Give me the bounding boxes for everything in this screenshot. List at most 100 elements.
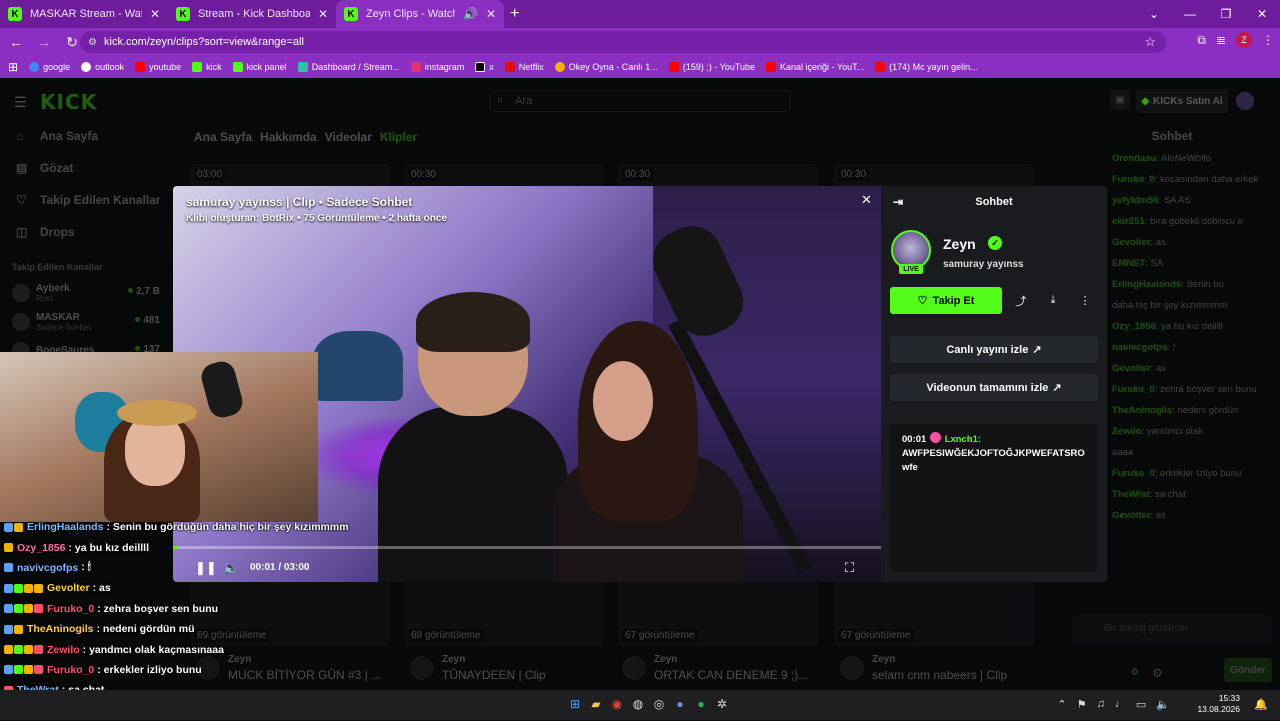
chat-username[interactable]: navivcgofps [1112,342,1167,353]
chat-username[interactable]: TheAninogils [1112,405,1172,416]
chat-username[interactable]: Gevolter [1112,510,1151,521]
more-options-icon[interactable]: ⋮ [1071,287,1099,314]
bookmark-item[interactable]: (174) Mc yayın gelin... [875,62,978,72]
bookmark-item[interactable]: (159) ;) - YouTube [668,62,755,72]
chat-username[interactable]: Gevolter [1112,237,1151,248]
clip-meta[interactable]: Zeyn selam cnm nabeers | Clip [840,654,1040,690]
browser-tab-active[interactable]: K Zeyn Clips - Watch Live on 🔊 ✕ [336,0,504,28]
watch-live-button[interactable]: Canlı yayını izle ↗ [890,336,1098,363]
steam-icon[interactable]: ◍ [631,696,645,712]
volume-icon[interactable]: 🔈 [1156,698,1170,711]
chat-username[interactable]: Furuko_0 [1112,384,1155,395]
close-tab-icon[interactable]: ✕ [150,7,160,21]
site-info-icon[interactable]: ⚙ [88,37,97,48]
microphone-icon[interactable]: ♩ [1115,698,1126,711]
settings-icon[interactable]: ✲ [715,696,729,712]
minimize-icon[interactable]: — [1172,0,1208,28]
close-tab-icon[interactable]: ✕ [486,7,496,21]
apps-icon[interactable]: ⊞ [8,60,18,74]
restore-icon[interactable]: ❐ [1208,0,1244,28]
clip-meta[interactable]: Zeyn ORTAK CAN DENEME 9 ;)... [622,654,822,690]
forward-icon[interactable]: → [32,30,56,54]
chat-username[interactable]: Orendasu [1112,153,1156,164]
chat-username[interactable]: TheWrat [1112,489,1150,500]
windows-start-icon[interactable]: ⊞ [568,696,582,712]
nav-browse[interactable]: ▤ Gözat [0,152,180,184]
audio-icon[interactable]: 🔊 [463,7,478,21]
obs-icon[interactable]: ◎ [652,696,666,712]
settings-icon[interactable]: ⚙ [1152,666,1163,680]
tab-home[interactable]: Ana Sayfa [194,130,252,144]
nav-drops[interactable]: ◫ Drops [0,216,180,248]
headset-icon[interactable]: ♫ [1097,698,1105,711]
bookmark-item[interactable]: kick panel [232,62,287,72]
url-input[interactable]: ⚙ kick.com/zeyn/clips?sort=view&range=al… [80,31,1166,53]
download-icon[interactable]: ⤓ [1039,287,1067,314]
media-icon[interactable]: ≣ [1216,33,1226,47]
followed-channel[interactable]: MASKAR Sadece Sohbet 481 [0,307,180,336]
extensions-icon[interactable]: ⧉ [1197,33,1206,48]
browser-tab[interactable]: K MASKAR Stream - Watch Live o ✕ [0,0,168,28]
bookmark-item[interactable]: Netflix [504,62,544,72]
chat-message-input[interactable]: Bir mesaj gönderin [1072,614,1272,644]
chat-username[interactable]: Gevolter [1112,363,1151,374]
chat-username[interactable]: Zewilo [1112,426,1142,437]
nav-following[interactable]: ♡ Takip Edilen Kanallar [0,184,180,216]
send-button[interactable]: Gönder [1224,658,1272,682]
clip-icon[interactable]: ▣ [1110,90,1130,110]
chrome-icon[interactable]: ◉ [610,696,624,712]
tray-chevron-icon[interactable]: ⌃ [1058,698,1067,711]
chat-username[interactable]: Ozy_1856 [1112,321,1156,332]
discord-icon[interactable]: ● [673,696,687,712]
bookmark-item[interactable]: x [475,62,494,72]
followed-channel[interactable]: Ayberk Rust 2,7 B [0,278,180,307]
clip-meta[interactable]: Zeyn TÜNAYDEEN | Clip [410,654,610,690]
menu-icon[interactable]: ⋮ [1262,33,1274,47]
notification-bell-icon[interactable]: 🔔 [1254,698,1268,711]
bookmark-item[interactable]: outlook [81,62,124,72]
chat-username[interactable]: Furuko_0 [1112,174,1155,185]
follow-button[interactable]: ♡ Takip Et [890,287,1002,314]
share-icon[interactable]: ⤴ [1007,287,1035,314]
chat-username[interactable]: Lxnch1: [945,434,981,445]
chat-username[interactable]: ekir251 [1112,216,1145,227]
watch-full-video-button[interactable]: Videonun tamamını izle ↗ [890,374,1098,401]
bookmark-item[interactable]: Okey Oyna - Canlı 1... [554,62,658,72]
tab-about[interactable]: Hakkımda [260,130,317,144]
kick-logo[interactable]: KICK [40,90,97,114]
collapse-chat-icon[interactable]: ⇥ [893,195,903,209]
chat-username[interactable]: ErlingHaalands [1112,279,1181,290]
close-modal-icon[interactable]: ✕ [861,192,872,208]
chat-username[interactable]: Furuko_0 [1112,468,1155,479]
user-avatar[interactable] [1236,92,1254,110]
bookmark-item[interactable]: youtube [135,62,181,72]
back-icon[interactable]: ← [4,30,28,54]
chat-username[interactable]: EMNET [1112,258,1145,269]
profile-avatar[interactable]: Z [1236,32,1252,48]
tab-search-icon[interactable]: ⌄ [1136,0,1172,28]
system-clock[interactable]: 15:33 13.08.2026 [1197,693,1240,715]
bookmark-item[interactable]: instagram [410,62,464,72]
bookmark-item[interactable]: kick [192,62,222,72]
kicks-buy-button[interactable]: ◆ KICKs Satın Al [1136,89,1228,113]
new-tab-icon[interactable]: + [510,5,519,23]
close-tab-icon[interactable]: ✕ [318,7,328,21]
tab-clips[interactable]: Klipler [380,130,417,144]
bookmark-item[interactable]: Dashboard / Stream... [297,62,400,72]
network-app-icon[interactable]: ⚑ [1077,698,1087,711]
monitor-icon[interactable]: ▭ [1136,698,1146,711]
bookmark-star-icon[interactable]: ☆ [1144,34,1156,50]
spotify-icon[interactable]: ● [694,696,708,712]
nav-home[interactable]: ⌂ Ana Sayfa [0,120,180,152]
bookmark-item[interactable]: Kanal içeriği - YouT... [766,62,864,72]
tab-videos[interactable]: Videolar [325,130,372,144]
search-input[interactable]: ⌕ Ara [490,90,790,112]
chat-username[interactable]: yefyldm56 [1112,195,1158,206]
bookmark-item[interactable]: google [29,62,70,72]
browser-tab[interactable]: K Stream - Kick Dashboard ✕ [168,0,336,28]
hamburger-icon[interactable]: ☰ [14,94,27,111]
fullscreen-icon[interactable]: ⛶ [845,560,854,576]
channel-name[interactable]: Zeyn [943,236,976,252]
file-explorer-icon[interactable]: ▰ [589,696,603,712]
close-window-icon[interactable]: ✕ [1244,0,1280,28]
